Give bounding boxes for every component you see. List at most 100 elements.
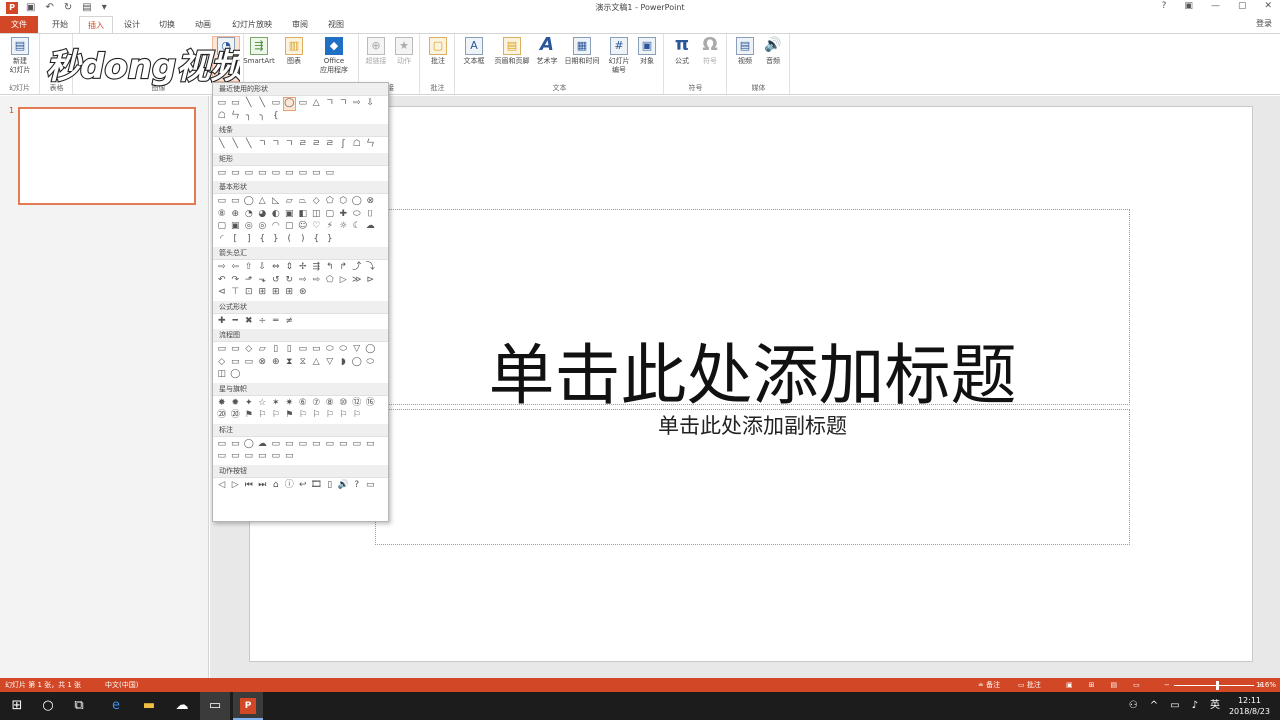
shape-option[interactable]: ≫ xyxy=(351,275,363,287)
shape-option[interactable]: ═ xyxy=(270,316,282,328)
shape-option[interactable]: ≠ xyxy=(284,316,296,328)
shape-option[interactable]: [ xyxy=(230,234,242,246)
zoom-slider-thumb[interactable] xyxy=(1215,680,1219,690)
shape-option[interactable]: ⬭ xyxy=(324,344,336,356)
shape-option[interactable]: ✹ xyxy=(230,398,242,410)
shape-option[interactable]: ( xyxy=(284,234,296,246)
shape-option[interactable]: ↷ xyxy=(230,275,242,287)
shape-option[interactable]: ㄱ xyxy=(257,139,269,151)
tab-insert[interactable]: 插入 xyxy=(79,16,113,33)
object-button[interactable]: ▣ 对象 xyxy=(634,37,660,66)
shape-option[interactable]: ⇦ xyxy=(230,262,242,274)
shape-option[interactable]: ◯ xyxy=(230,369,242,381)
shape-option[interactable]: ㄱ xyxy=(324,98,336,110)
shape-option[interactable]: ↶ xyxy=(216,275,228,287)
shape-option[interactable]: ▭ xyxy=(311,168,323,180)
shape-option[interactable]: ◇ xyxy=(243,344,255,356)
shape-option[interactable]: ▭ xyxy=(297,344,309,356)
tab-animations[interactable]: 动画 xyxy=(187,16,219,33)
shape-option[interactable]: ▭ xyxy=(216,344,228,356)
shape-option[interactable]: ⤵ xyxy=(365,262,377,274)
shape-option[interactable]: ㄹ xyxy=(324,139,336,151)
shape-option[interactable]: ╲ xyxy=(230,139,242,151)
shape-option[interactable]: ⇶ xyxy=(311,262,323,274)
shape-option[interactable]: ☁ xyxy=(257,439,269,451)
hyperlink-button[interactable]: ⊕ 超链接 xyxy=(362,37,390,66)
shape-option[interactable]: ◎ xyxy=(243,221,255,233)
people-icon[interactable]: ⚇ xyxy=(1129,692,1138,720)
shape-option[interactable]: ⏭ xyxy=(257,480,269,492)
shape-option[interactable]: ▢ xyxy=(324,209,336,221)
tab-design[interactable]: 设计 xyxy=(116,16,148,33)
subtitle-placeholder[interactable]: 单击此处添加副标题 xyxy=(375,409,1130,545)
shape-option[interactable]: ↺ xyxy=(270,275,282,287)
shape-option[interactable]: ✖ xyxy=(243,316,255,328)
shape-option[interactable]: ✸ xyxy=(216,398,228,410)
shape-option[interactable]: ? xyxy=(351,480,363,492)
shape-option[interactable]: ⇨ xyxy=(351,98,363,110)
shape-option[interactable]: ▱ xyxy=(257,344,269,356)
shape-option[interactable]: ⊡ xyxy=(243,287,255,299)
shape-option[interactable]: ◯ xyxy=(351,196,363,208)
shape-option[interactable]: ] xyxy=(243,234,255,246)
shape-option[interactable]: ⏮ xyxy=(243,480,255,492)
smartart-button[interactable]: ⇶ SmartArt xyxy=(240,37,278,66)
shape-option[interactable]: △ xyxy=(311,357,323,369)
shape-option[interactable]: ▭ xyxy=(216,451,228,463)
shape-option[interactable]: ▭ xyxy=(257,168,269,180)
slide-thumbnail[interactable] xyxy=(18,107,196,205)
shape-option[interactable]: ◠ xyxy=(270,221,282,233)
shape-option[interactable]: ▭ xyxy=(270,451,282,463)
shape-option[interactable]: ╲ xyxy=(257,98,269,110)
shape-option[interactable]: ⑦ xyxy=(311,398,323,410)
sign-in-link[interactable]: 登录 xyxy=(1256,18,1272,29)
shape-option[interactable]: ◔ xyxy=(243,209,255,221)
shape-option[interactable]: ⇕ xyxy=(284,262,296,274)
shape-option[interactable]: ⇧ xyxy=(243,262,255,274)
shape-option[interactable]: ◐ xyxy=(270,209,282,221)
new-slide-button[interactable]: ▤ 新建 幻灯片 xyxy=(4,37,36,75)
shape-option[interactable]: ⤴ xyxy=(351,262,363,274)
shape-option[interactable]: ⌂ xyxy=(270,480,282,492)
shape-option[interactable]: ☼ xyxy=(338,221,350,233)
shape-option[interactable]: ▯ xyxy=(284,344,296,356)
shape-option[interactable]: ▭ xyxy=(311,439,323,451)
shape-option[interactable]: ▭ xyxy=(230,439,242,451)
shape-option[interactable]: ▭ xyxy=(243,451,255,463)
shape-option[interactable]: ㄹ xyxy=(297,139,309,151)
datetime-button[interactable]: ▦ 日期和时间 xyxy=(560,37,604,66)
normal-view-icon[interactable]: ▣ xyxy=(1066,678,1073,692)
audio-button[interactable]: 🔊 音频 xyxy=(760,37,786,66)
shape-option[interactable]: ▽ xyxy=(324,357,336,369)
slide-number-button[interactable]: # 幻灯片 编号 xyxy=(604,37,634,75)
shape-option[interactable]: ▭ xyxy=(216,196,228,208)
shape-option[interactable]: ▭ xyxy=(270,439,282,451)
shape-option[interactable]: ⏢ xyxy=(297,196,309,208)
shape-option[interactable]: ▽ xyxy=(351,344,363,356)
shape-option[interactable]: ⧗ xyxy=(284,357,296,369)
shape-option[interactable]: ⊛ xyxy=(297,287,309,299)
shape-option[interactable]: ▭ xyxy=(311,344,323,356)
shape-option[interactable]: ▯ xyxy=(270,344,282,356)
shape-option[interactable]: ⌷ xyxy=(365,209,377,221)
shape-option[interactable]: ▭ xyxy=(257,451,269,463)
shape-option[interactable]: ⓘ xyxy=(284,480,296,492)
video-button[interactable]: ▤ 视频 xyxy=(732,37,758,66)
shape-option[interactable]: ✚ xyxy=(216,316,228,328)
shape-option[interactable]: { xyxy=(311,234,323,246)
tab-home[interactable]: 开始 xyxy=(44,16,76,33)
textbox-button[interactable]: A 文本框 xyxy=(458,37,490,66)
network-app-icon[interactable]: ☁ xyxy=(167,692,197,720)
shape-option[interactable]: ✦ xyxy=(243,398,255,410)
reading-view-icon[interactable]: ▤ xyxy=(1111,678,1118,692)
shape-option[interactable]: ▭ xyxy=(230,168,242,180)
shape-option[interactable]: ↱ xyxy=(338,262,350,274)
shape-option[interactable]: ▭ xyxy=(284,439,296,451)
shape-option[interactable]: ⇩ xyxy=(365,98,377,110)
shape-option[interactable]: ♡ xyxy=(311,221,323,233)
shape-option[interactable]: ◺ xyxy=(270,196,282,208)
shape-option[interactable]: ⚐ xyxy=(324,410,336,422)
shape-option[interactable]: ⑯ xyxy=(365,398,377,410)
shape-option[interactable]: ◯ xyxy=(243,439,255,451)
shape-option[interactable]: ㄣ xyxy=(230,111,242,123)
